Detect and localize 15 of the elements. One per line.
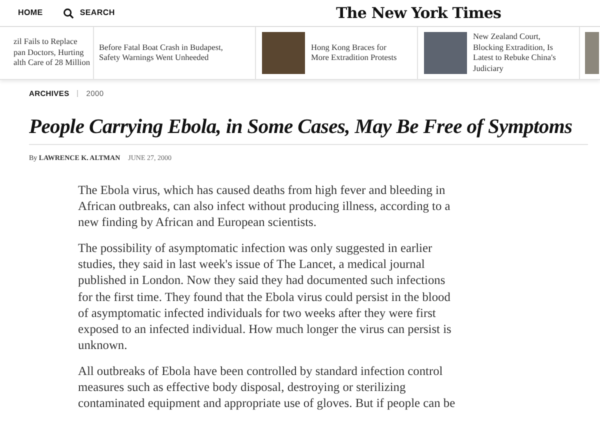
article-paragraph: The possibility of asymptomatic infection was only suggested in earlier studies, they said in last week's issue of The Lancet, a medical journal published in London. Now they said they had documented such infections for the first time. They found that the Ebola virus could persist in the blood of asymptomatic infected individuals for two weeks after they were first exposed to an infected individual. How much longer the virus can persist is unknown. (78, 240, 452, 354)
story-link[interactable]: New Zealand Court, Blocking Extradition, Is Latest to Rebuke China's Judiciary (473, 32, 556, 74)
photo-placeholder (262, 32, 305, 74)
article-paragraph: The Ebola virus, which has caused deaths from high fever and bleeding in African outbreaks, can also infect without producing illness, according to a new finding by African and European scientists. (78, 182, 452, 231)
masthead-logo[interactable]: The New York Times (336, 4, 502, 22)
article-paragraph: All outbreaks of Ebola have been controlled by standard infection control measures such as effective body disposal, destroying or sterilizing contaminated equipment and appropriate use of gloves. But if people can be (78, 362, 456, 412)
story-link[interactable]: Hong Kong Braces for More Extradition Protests (311, 42, 397, 64)
photo-placeholder (585, 32, 599, 74)
story-link[interactable]: Before Fatal Boat Crash in Budapest, Safety Warnings Went Unheeded (99, 42, 223, 64)
search-icon (62, 8, 74, 18)
home-link[interactable]: HOME (18, 7, 43, 19)
photo-placeholder (424, 32, 467, 74)
story-link[interactable]: zil Fails to Replace pan Doctors, Hurting alth Care of 28 Million (13, 37, 90, 69)
article-headline: People Carrying Ebola, in Some Cases, May Be Free of Symptoms (29, 115, 574, 140)
search-link[interactable]: SEARCH (62, 7, 115, 19)
